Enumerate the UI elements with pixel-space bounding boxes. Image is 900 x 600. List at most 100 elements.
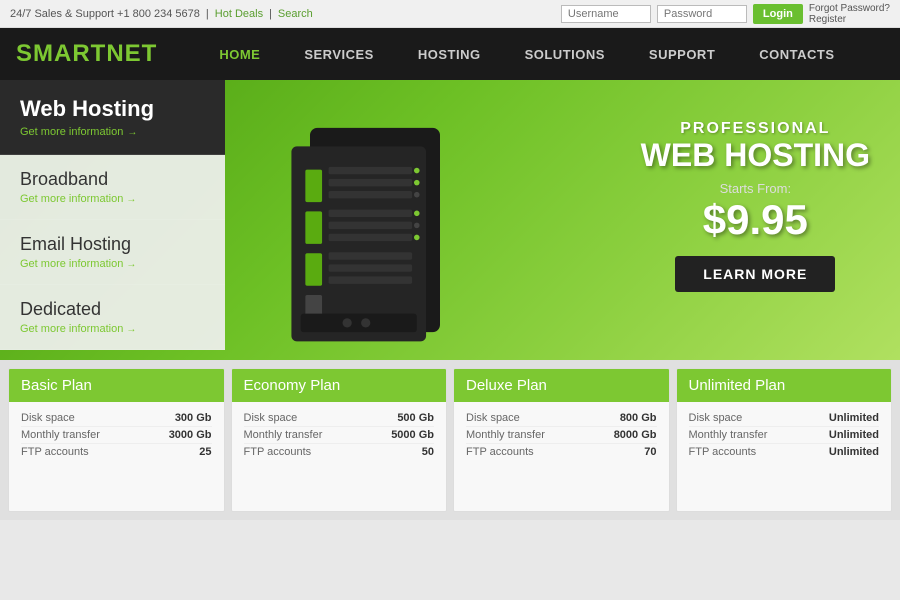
separator: | (206, 8, 209, 20)
plans-section: Basic Plan Disk space 300 Gb Monthly transf… (0, 360, 900, 520)
plan-row-label: Disk space (466, 412, 520, 424)
plan-row-1-1: Monthly transfer 5000 Gb (244, 427, 435, 444)
plan-row-value: 500 Gb (397, 412, 434, 424)
plan-row-value: Unlimited (829, 429, 879, 441)
main-item-arrow (211, 101, 225, 133)
plan-row-label: FTP accounts (689, 446, 757, 458)
hero-main-item[interactable]: Web Hosting Get more information → (0, 80, 225, 155)
plan-row-value: Unlimited (829, 412, 879, 424)
plan-card-0[interactable]: Basic Plan Disk space 300 Gb Monthly transf… (8, 368, 225, 512)
nav-item-hosting[interactable]: HOSTING (396, 28, 503, 80)
plan-row-value: 800 Gb (620, 412, 657, 424)
navbar: SMARTNET HOMESERVICESHOSTINGSOLUTIONSSUP… (0, 28, 900, 80)
sub-item-title-1: Email Hosting (20, 234, 205, 255)
logo-accent: NET (106, 40, 157, 67)
plan-row-label: Disk space (689, 412, 743, 424)
plan-row-label: Monthly transfer (21, 429, 100, 441)
arrow-icon-0: → (126, 194, 136, 205)
plan-header-2: Deluxe Plan (454, 369, 669, 402)
plan-row-value: 300 Gb (175, 412, 212, 424)
topbar: 24/7 Sales & Support +1 800 234 5678 | H… (0, 0, 900, 28)
login-button[interactable]: Login (753, 4, 803, 24)
sub-item-link-0[interactable]: Get more information → (20, 193, 205, 205)
support-text: 24/7 Sales & Support +1 800 234 5678 (10, 8, 200, 20)
sub-item-title-2: Dedicated (20, 299, 205, 320)
topbar-left: 24/7 Sales & Support +1 800 234 5678 | H… (10, 8, 313, 20)
logo[interactable]: SMARTNET (16, 40, 157, 68)
topbar-right: Login Forgot Password? Register (561, 3, 890, 25)
sub-item-link-2[interactable]: Get more information → (20, 323, 205, 335)
plan-row-label: FTP accounts (21, 446, 89, 458)
plan-row-label: Disk space (244, 412, 298, 424)
hero-sidebar: Web Hosting Get more information → Broad… (0, 80, 225, 360)
plan-row-value: 8000 Gb (614, 429, 657, 441)
hero-section: Web Hosting Get more information → Broad… (0, 80, 900, 360)
plan-row-3-2: FTP accounts Unlimited (689, 444, 880, 460)
plan-row-label: FTP accounts (466, 446, 534, 458)
sub-item-link-1[interactable]: Get more information → (20, 258, 205, 270)
password-input[interactable] (657, 5, 747, 23)
plan-card-3[interactable]: Unlimited PlanDisk spaceUnlimitedMonthly… (676, 368, 893, 512)
plan-body-1: Disk space 500 Gb Monthly transfer 5000 Gb F… (232, 402, 447, 511)
plan-header-3: Unlimited Plan (677, 369, 892, 402)
hero-price: $9.95 (641, 196, 870, 244)
plan-row-2-0: Disk space 800 Gb (466, 410, 657, 427)
plan-row-2-1: Monthly transfer 8000 Gb (466, 427, 657, 444)
plan-row-0-2: FTP accounts 25 (21, 444, 212, 460)
plan-card-1[interactable]: Economy Plan Disk space 500 Gb Monthly tran… (231, 368, 448, 512)
nav-item-contacts[interactable]: CONTACTS (737, 28, 856, 80)
plan-row-value: 5000 Gb (391, 429, 434, 441)
hero-sub-item-1[interactable]: Email Hosting Get more information → (0, 220, 225, 285)
hero-sub-item-0[interactable]: Broadband Get more information → (0, 155, 225, 220)
plan-row-0-1: Monthly transfer 3000 Gb (21, 427, 212, 444)
logo-main: SMART (16, 40, 106, 67)
plan-row-label: Monthly transfer (689, 429, 768, 441)
hero-sub-item-2[interactable]: Dedicated Get more information → (0, 285, 225, 350)
hot-deals-link[interactable]: Hot Deals (215, 8, 263, 20)
main-item-title: Web Hosting (20, 96, 205, 122)
search-link[interactable]: Search (278, 8, 313, 20)
hero-image-area: PROFESSIONAL WEB HOSTING Starts From: $9… (225, 80, 900, 360)
nav-links: HOMESERVICESHOSTINGSOLUTIONSSUPPORTCONTA… (197, 28, 884, 80)
plan-row-1-0: Disk space 500 Gb (244, 410, 435, 427)
plan-row-value: 3000 Gb (169, 429, 212, 441)
arrow-right-icon: → (127, 127, 137, 138)
separator2: | (269, 8, 272, 20)
plan-row-2-2: FTP accounts 70 (466, 444, 657, 460)
plan-row-label: Disk space (21, 412, 75, 424)
plan-body-3: Disk space Unlimited Monthly transfer Unlim… (677, 402, 892, 511)
register-link[interactable]: Register (809, 14, 890, 25)
plan-row-3-1: Monthly transfer Unlimited (689, 427, 880, 444)
plan-header-0: Basic Plan (9, 369, 224, 402)
nav-item-solutions[interactable]: SOLUTIONS (503, 28, 627, 80)
plan-row-label: Monthly transfer (244, 429, 323, 441)
nav-item-services[interactable]: SERVICES (282, 28, 396, 80)
plan-header-1: Economy Plan (232, 369, 447, 402)
plan-row-value: 50 (422, 446, 434, 458)
plan-row-1-2: FTP accounts 50 (244, 444, 435, 460)
hero-headline-top: PROFESSIONAL (641, 120, 870, 138)
main-item-link[interactable]: Get more information → (20, 126, 205, 138)
learn-more-button[interactable]: LEARN MORE (675, 256, 835, 292)
arrow-icon-2: → (126, 324, 136, 335)
plan-row-3-0: Disk space Unlimited (689, 410, 880, 427)
plan-row-value: 70 (644, 446, 656, 458)
plan-body-2: Disk space 800 Gb Monthly transfer 8000 Gb F… (454, 402, 669, 511)
topbar-links: Forgot Password? Register (809, 3, 890, 25)
plan-row-label: FTP accounts (244, 446, 312, 458)
plan-row-value: Unlimited (829, 446, 879, 458)
plan-row-value: 25 (199, 446, 211, 458)
arrow-icon-1: → (126, 259, 136, 270)
hero-text: PROFESSIONAL WEB HOSTING Starts From: $9… (641, 120, 870, 292)
hero-headline-main: WEB HOSTING (641, 138, 870, 173)
username-input[interactable] (561, 5, 651, 23)
plan-body-0: Disk space 300 Gb Monthly transfer 3000 Gb F… (9, 402, 224, 511)
plan-row-label: Monthly transfer (466, 429, 545, 441)
nav-item-support[interactable]: SUPPORT (627, 28, 737, 80)
plan-card-2[interactable]: Deluxe Plan Disk space 800 Gb Monthly trans… (453, 368, 670, 512)
forgot-password-link[interactable]: Forgot Password? (809, 3, 890, 14)
plan-row-0-0: Disk space 300 Gb (21, 410, 212, 427)
sub-item-title-0: Broadband (20, 169, 205, 190)
nav-item-home[interactable]: HOME (197, 28, 282, 80)
server-illustration (245, 100, 505, 360)
